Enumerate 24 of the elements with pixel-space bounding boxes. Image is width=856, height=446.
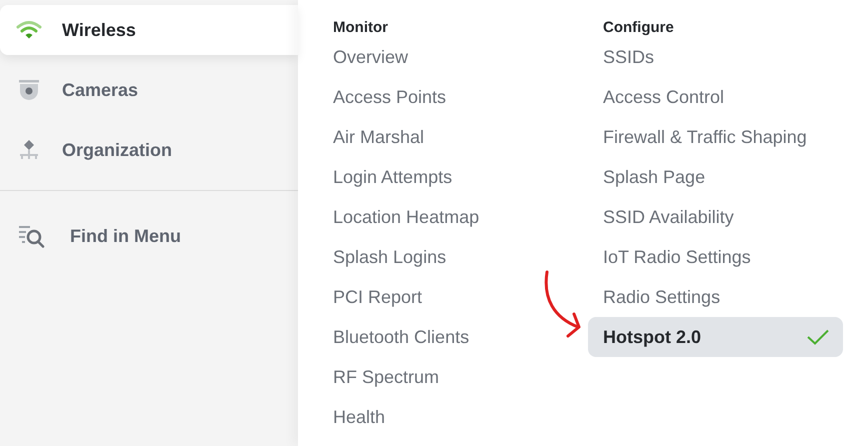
column-heading: Monitor: [332, 18, 389, 37]
menu-item[interactable]: IoT Radio Settings: [588, 237, 843, 277]
menu-item[interactable]: SSID Availability: [588, 197, 843, 237]
menu-item[interactable]: Bluetooth Clients: [318, 317, 553, 357]
menu-item[interactable]: Access Control: [588, 77, 843, 117]
menu-item[interactable]: Radio Settings: [588, 277, 843, 317]
menu-item[interactable]: Splash Logins: [318, 237, 553, 277]
menu-item[interactable]: SSIDs: [588, 37, 843, 77]
menu-item[interactable]: Access Points: [318, 77, 553, 117]
menu-item[interactable]: Login Attempts: [318, 157, 553, 197]
sidebar-item[interactable]: Organization: [0, 125, 298, 175]
menu-item[interactable]: PCI Report: [318, 277, 553, 317]
menu-item[interactable]: Hotspot 2.0: [588, 317, 843, 357]
column-heading: Configure: [602, 18, 675, 37]
menu-item[interactable]: Overview: [318, 37, 553, 77]
menu-item[interactable]: Health: [318, 397, 553, 437]
sidebar-item[interactable]: Wireless: [0, 5, 298, 55]
menu-item[interactable]: Firewall & Traffic Shaping: [588, 117, 843, 157]
find-in-menu-button[interactable]: Find in Menu: [0, 211, 298, 261]
sidebar-item[interactable]: Cameras: [0, 65, 298, 115]
menu-item[interactable]: Splash Page: [588, 157, 843, 197]
menu-item[interactable]: RF Spectrum: [318, 357, 553, 397]
menu-item[interactable]: Air Marshal: [318, 117, 553, 157]
menu-item[interactable]: Location Heatmap: [318, 197, 553, 237]
